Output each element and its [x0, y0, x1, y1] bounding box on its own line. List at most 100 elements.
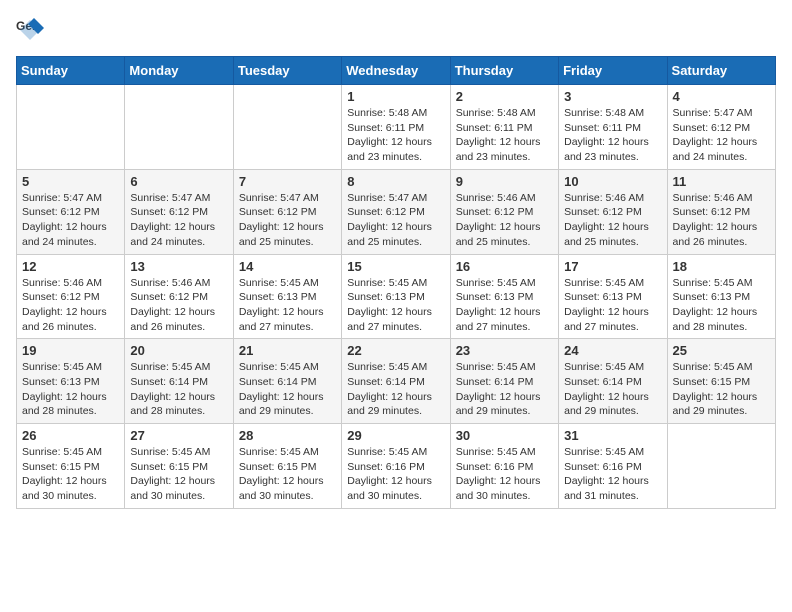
calendar-cell: 31 Sunrise: 5:45 AM Sunset: 6:16 PM Dayli… [559, 424, 667, 509]
calendar-cell: 26 Sunrise: 5:45 AM Sunset: 6:15 PM Dayli… [17, 424, 125, 509]
day-info: Sunrise: 5:46 AM Sunset: 6:12 PM Dayligh… [22, 276, 119, 335]
day-number: 31 [564, 428, 661, 443]
logo-icon: Gen [16, 16, 44, 44]
day-number: 9 [456, 174, 553, 189]
day-number: 23 [456, 343, 553, 358]
calendar-header: SundayMondayTuesdayWednesdayThursdayFrid… [17, 57, 776, 85]
day-number: 12 [22, 259, 119, 274]
week-row-2: 12 Sunrise: 5:46 AM Sunset: 6:12 PM Dayli… [17, 254, 776, 339]
day-number: 17 [564, 259, 661, 274]
calendar-cell: 28 Sunrise: 5:45 AM Sunset: 6:15 PM Dayli… [233, 424, 341, 509]
calendar-cell: 7 Sunrise: 5:47 AM Sunset: 6:12 PM Daylig… [233, 169, 341, 254]
day-number: 22 [347, 343, 444, 358]
calendar-cell [17, 85, 125, 170]
day-info: Sunrise: 5:48 AM Sunset: 6:11 PM Dayligh… [456, 106, 553, 165]
calendar-cell: 3Sunrise: 5:48 AM Sunset: 6:11 PM Daylig… [559, 85, 667, 170]
day-number: 28 [239, 428, 336, 443]
day-info: Sunrise: 5:45 AM Sunset: 6:14 PM Dayligh… [130, 360, 227, 419]
weekday-header-sunday: Sunday [17, 57, 125, 85]
day-info: Sunrise: 5:45 AM Sunset: 6:16 PM Dayligh… [456, 445, 553, 504]
day-info: Sunrise: 5:48 AM Sunset: 6:11 PM Dayligh… [347, 106, 444, 165]
day-number: 8 [347, 174, 444, 189]
day-number: 10 [564, 174, 661, 189]
day-info: Sunrise: 5:48 AM Sunset: 6:11 PM Dayligh… [564, 106, 661, 165]
day-number: 19 [22, 343, 119, 358]
day-info: Sunrise: 5:45 AM Sunset: 6:14 PM Dayligh… [456, 360, 553, 419]
day-number: 26 [22, 428, 119, 443]
calendar-cell: 4Sunrise: 5:47 AM Sunset: 6:12 PM Daylig… [667, 85, 775, 170]
day-number: 24 [564, 343, 661, 358]
day-info: Sunrise: 5:45 AM Sunset: 6:13 PM Dayligh… [456, 276, 553, 335]
weekday-header-tuesday: Tuesday [233, 57, 341, 85]
day-info: Sunrise: 5:46 AM Sunset: 6:12 PM Dayligh… [673, 191, 770, 250]
day-number: 27 [130, 428, 227, 443]
weekday-header-monday: Monday [125, 57, 233, 85]
week-row-3: 19Sunrise: 5:45 AM Sunset: 6:13 PM Dayli… [17, 339, 776, 424]
calendar-cell: 2Sunrise: 5:48 AM Sunset: 6:11 PM Daylig… [450, 85, 558, 170]
calendar-cell: 24 Sunrise: 5:45 AM Sunset: 6:14 PM Dayli… [559, 339, 667, 424]
day-number: 1 [347, 89, 444, 104]
day-info: Sunrise: 5:45 AM Sunset: 6:15 PM Dayligh… [673, 360, 770, 419]
day-number: 30 [456, 428, 553, 443]
day-info: Sunrise: 5:45 AM Sunset: 6:15 PM Dayligh… [22, 445, 119, 504]
weekday-header-thursday: Thursday [450, 57, 558, 85]
weekday-header-friday: Friday [559, 57, 667, 85]
calendar-cell: 22Sunrise: 5:45 AM Sunset: 6:14 PM Dayli… [342, 339, 450, 424]
day-number: 20 [130, 343, 227, 358]
day-info: Sunrise: 5:45 AM Sunset: 6:16 PM Dayligh… [347, 445, 444, 504]
day-number: 16 [456, 259, 553, 274]
weekday-header-row: SundayMondayTuesdayWednesdayThursdayFrid… [17, 57, 776, 85]
day-info: Sunrise: 5:47 AM Sunset: 6:12 PM Dayligh… [673, 106, 770, 165]
calendar-cell: 17Sunrise: 5:45 AM Sunset: 6:13 PM Dayli… [559, 254, 667, 339]
calendar-cell [233, 85, 341, 170]
day-info: Sunrise: 5:45 AM Sunset: 6:15 PM Dayligh… [239, 445, 336, 504]
calendar-cell: 16 Sunrise: 5:45 AM Sunset: 6:13 PM Dayli… [450, 254, 558, 339]
day-info: Sunrise: 5:46 AM Sunset: 6:12 PM Dayligh… [564, 191, 661, 250]
calendar-cell [125, 85, 233, 170]
calendar-cell: 5 Sunrise: 5:47 AM Sunset: 6:12 PM Daylig… [17, 169, 125, 254]
day-info: Sunrise: 5:45 AM Sunset: 6:13 PM Dayligh… [239, 276, 336, 335]
calendar: SundayMondayTuesdayWednesdayThursdayFrid… [16, 56, 776, 509]
calendar-cell [667, 424, 775, 509]
day-info: Sunrise: 5:45 AM Sunset: 6:16 PM Dayligh… [564, 445, 661, 504]
weekday-header-wednesday: Wednesday [342, 57, 450, 85]
day-number: 15 [347, 259, 444, 274]
calendar-cell: 14 Sunrise: 5:45 AM Sunset: 6:13 PM Dayli… [233, 254, 341, 339]
day-number: 18 [673, 259, 770, 274]
day-info: Sunrise: 5:47 AM Sunset: 6:12 PM Dayligh… [130, 191, 227, 250]
calendar-cell: 23 Sunrise: 5:45 AM Sunset: 6:14 PM Dayli… [450, 339, 558, 424]
day-number: 11 [673, 174, 770, 189]
day-info: Sunrise: 5:47 AM Sunset: 6:12 PM Dayligh… [347, 191, 444, 250]
day-number: 25 [673, 343, 770, 358]
day-number: 13 [130, 259, 227, 274]
calendar-cell: 13 Sunrise: 5:46 AM Sunset: 6:12 PM Dayli… [125, 254, 233, 339]
calendar-cell: 20 Sunrise: 5:45 AM Sunset: 6:14 PM Dayli… [125, 339, 233, 424]
calendar-cell: 1 Sunrise: 5:48 AM Sunset: 6:11 PM Daylig… [342, 85, 450, 170]
day-number: 7 [239, 174, 336, 189]
calendar-body: 1 Sunrise: 5:48 AM Sunset: 6:11 PM Daylig… [17, 85, 776, 509]
calendar-cell: 10 Sunrise: 5:46 AM Sunset: 6:12 PM Dayli… [559, 169, 667, 254]
calendar-cell: 11 Sunrise: 5:46 AM Sunset: 6:12 PM Dayli… [667, 169, 775, 254]
calendar-cell: 21 Sunrise: 5:45 AM Sunset: 6:14 PM Dayli… [233, 339, 341, 424]
day-number: 5 [22, 174, 119, 189]
day-info: Sunrise: 5:47 AM Sunset: 6:12 PM Dayligh… [239, 191, 336, 250]
calendar-cell: 9 Sunrise: 5:46 AM Sunset: 6:12 PM Daylig… [450, 169, 558, 254]
day-info: Sunrise: 5:46 AM Sunset: 6:12 PM Dayligh… [456, 191, 553, 250]
day-number: 21 [239, 343, 336, 358]
calendar-cell: 29Sunrise: 5:45 AM Sunset: 6:16 PM Dayli… [342, 424, 450, 509]
week-row-0: 1 Sunrise: 5:48 AM Sunset: 6:11 PM Daylig… [17, 85, 776, 170]
day-info: Sunrise: 5:46 AM Sunset: 6:12 PM Dayligh… [130, 276, 227, 335]
calendar-cell: 18 Sunrise: 5:45 AM Sunset: 6:13 PM Dayli… [667, 254, 775, 339]
day-number: 14 [239, 259, 336, 274]
calendar-cell: 15Sunrise: 5:45 AM Sunset: 6:13 PM Dayli… [342, 254, 450, 339]
day-info: Sunrise: 5:45 AM Sunset: 6:14 PM Dayligh… [239, 360, 336, 419]
day-info: Sunrise: 5:45 AM Sunset: 6:13 PM Dayligh… [673, 276, 770, 335]
calendar-cell: 8 Sunrise: 5:47 AM Sunset: 6:12 PM Daylig… [342, 169, 450, 254]
calendar-cell: 27Sunrise: 5:45 AM Sunset: 6:15 PM Dayli… [125, 424, 233, 509]
calendar-cell: 6Sunrise: 5:47 AM Sunset: 6:12 PM Daylig… [125, 169, 233, 254]
week-row-4: 26 Sunrise: 5:45 AM Sunset: 6:15 PM Dayli… [17, 424, 776, 509]
calendar-cell: 12 Sunrise: 5:46 AM Sunset: 6:12 PM Dayli… [17, 254, 125, 339]
day-info: Sunrise: 5:45 AM Sunset: 6:14 PM Dayligh… [564, 360, 661, 419]
calendar-cell: 25 Sunrise: 5:45 AM Sunset: 6:15 PM Dayli… [667, 339, 775, 424]
day-info: Sunrise: 5:47 AM Sunset: 6:12 PM Dayligh… [22, 191, 119, 250]
